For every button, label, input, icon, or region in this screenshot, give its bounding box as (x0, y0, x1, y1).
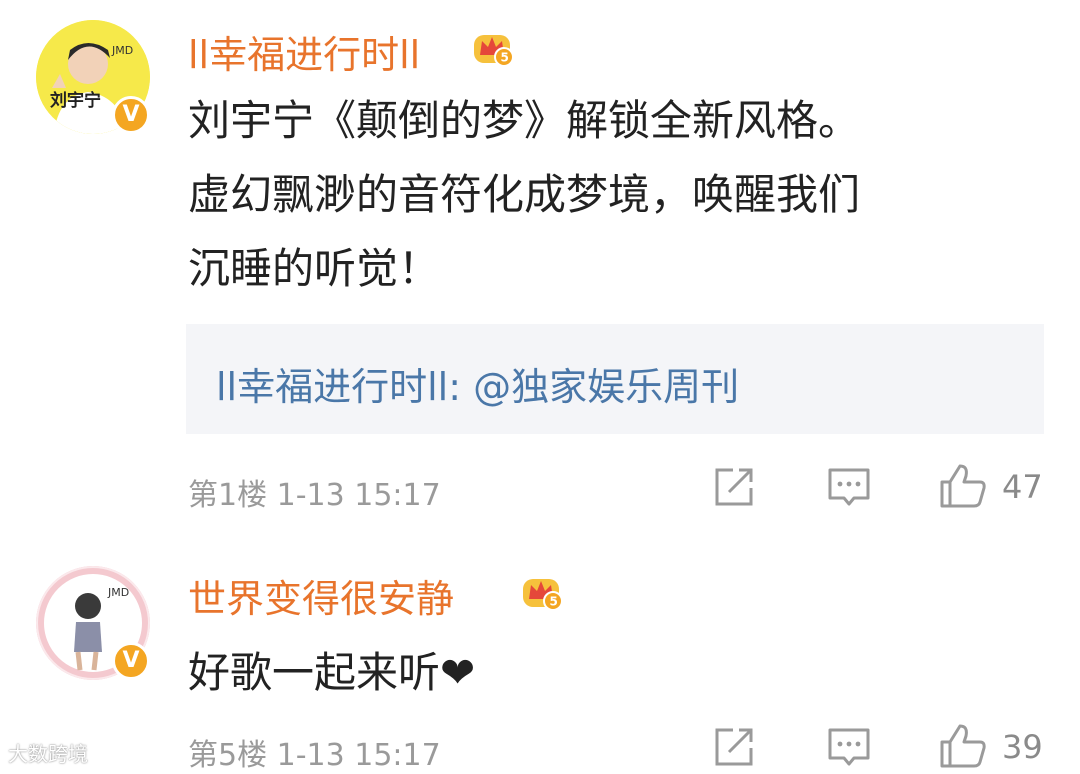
share-icon[interactable] (711, 464, 757, 510)
like-count: 39 (1002, 728, 1043, 766)
verified-badge-icon: V (112, 642, 150, 680)
comment-meta: 第1楼 1-13 15:17 (188, 470, 441, 514)
reply-icon[interactable] (826, 464, 872, 510)
comment-item: JMD V 世界变得很安静 5 好歌一起来听❤ 第5楼 1-13 15:17 3… (0, 540, 1080, 774)
comment-text: 刘宇宁《颠倒的梦》解锁全新风格。 虚幻飘渺的音符化成梦境，唤醒我们 沉睡的听觉！ (188, 84, 1038, 306)
floor-label: 第5楼 (188, 738, 268, 773)
avatar-tag: JMD (111, 44, 133, 57)
timestamp: 1-13 15:17 (276, 478, 441, 513)
reply-icon[interactable] (826, 724, 872, 770)
member-crown-icon: 5 (523, 579, 563, 611)
quoted-repost[interactable]: ll幸福进行时ll: @独家娱乐周刊 (186, 324, 1044, 434)
avatar-tag: JMD (107, 586, 129, 599)
comment-meta: 第5楼 1-13 15:17 (188, 730, 441, 774)
comment-item: JMD 刘宇宁 V ll幸福进行时ll 5 刘宇宁《颠倒的梦》解锁全新风格。 虚… (0, 0, 1080, 540)
comment-text-line: 好歌一起来听❤ (188, 648, 476, 697)
svg-text:5: 5 (501, 51, 509, 65)
comment-text: 好歌一起来听❤ (188, 636, 1038, 710)
comment-text-line: 虚幻飘渺的音符化成梦境，唤醒我们 (188, 170, 861, 219)
username-link[interactable]: 世界变得很安静 (188, 568, 454, 623)
share-icon[interactable] (711, 724, 757, 770)
quoted-repost-text[interactable]: ll幸福进行时ll: @独家娱乐周刊 (216, 356, 739, 411)
username-link[interactable]: ll幸福进行时ll (188, 24, 420, 79)
comment-text-line: 沉睡的听觉！ (188, 244, 441, 293)
watermark: 大数跨境 (8, 742, 88, 766)
timestamp: 1-13 15:17 (276, 738, 441, 773)
svg-text:5: 5 (550, 595, 558, 609)
member-crown-icon: 5 (474, 35, 514, 67)
comment-text-line: 刘宇宁《颠倒的梦》解锁全新风格。 (188, 96, 861, 145)
verified-badge-icon: V (112, 96, 150, 134)
like-icon[interactable] (938, 462, 988, 510)
like-icon[interactable] (938, 722, 988, 770)
like-count: 47 (1002, 468, 1043, 506)
avatar-caption: 刘宇宁 (50, 90, 101, 111)
floor-label: 第1楼 (188, 478, 268, 513)
